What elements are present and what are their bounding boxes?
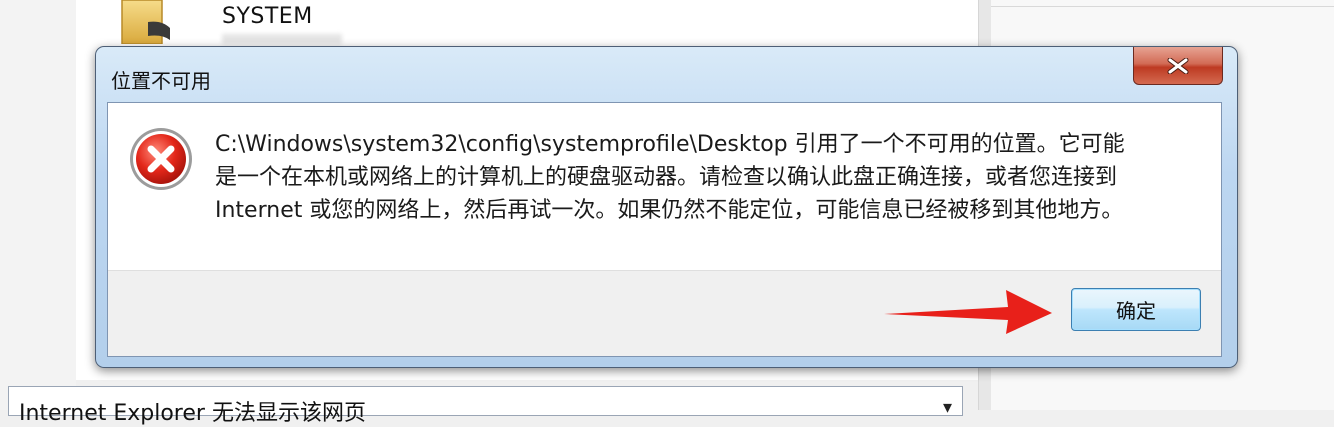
folder-label[interactable]: SYSTEM (222, 4, 313, 29)
close-icon (1167, 57, 1189, 74)
dropdown-arrow-icon[interactable]: ▾ (943, 397, 952, 418)
message-panel: C:\Windows\system32\config\systemprofile… (108, 103, 1221, 271)
ok-button[interactable]: 确定 (1071, 288, 1201, 331)
error-dialog: 位置不可用 C:\Windows\system32\config\systemp… (95, 46, 1238, 368)
address-bar-text: Internet Explorer 无法显示该网页 (19, 401, 366, 426)
error-message: C:\Windows\system32\config\systemprofile… (215, 132, 1125, 223)
address-bar[interactable]: Internet Explorer 无法显示该网页 ▾ (8, 386, 963, 426)
preview-pane-divider (991, 6, 1334, 7)
dialog-title: 位置不可用 (111, 69, 211, 93)
navigation-pane (0, 0, 76, 410)
close-button[interactable] (1133, 47, 1223, 85)
folder-subtext (222, 34, 342, 44)
error-icon (130, 128, 192, 190)
annotation-arrow-icon (884, 290, 1052, 334)
folder-icon[interactable] (118, 0, 174, 44)
